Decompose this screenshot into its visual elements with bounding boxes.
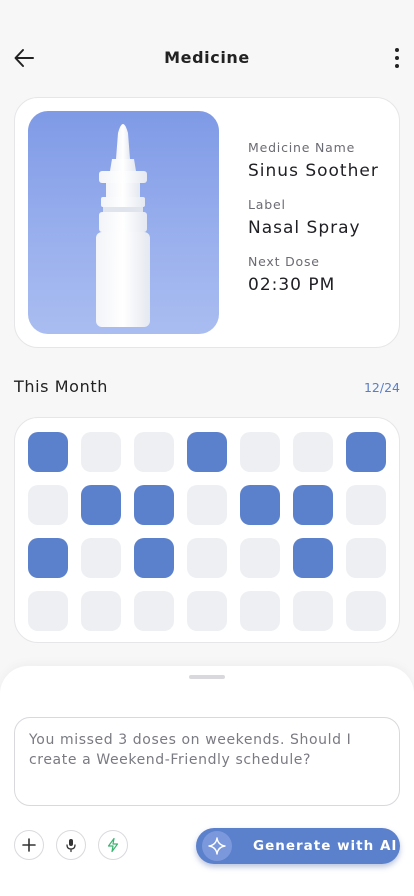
medicine-name-label: Medicine Name: [248, 140, 356, 155]
calendar-day-taken[interactable]: [293, 485, 333, 525]
medicine-type-label: Label: [248, 197, 286, 212]
dose-calendar: [14, 417, 400, 643]
ai-prompt-input[interactable]: You missed 3 doses on weekends. Should I…: [14, 717, 400, 806]
header: Medicine: [0, 38, 414, 78]
voice-input-button[interactable]: [56, 830, 86, 860]
calendar-day-missed[interactable]: [187, 485, 227, 525]
calendar-day-missed[interactable]: [81, 538, 121, 578]
calendar-day-missed[interactable]: [81, 432, 121, 472]
page-title: Medicine: [164, 48, 250, 67]
more-vertical-icon: [395, 48, 399, 52]
month-title: This Month: [14, 377, 108, 396]
calendar-day-missed[interactable]: [240, 538, 280, 578]
next-dose-time: 02:30 PM: [248, 275, 336, 295]
calendar-day-missed[interactable]: [28, 485, 68, 525]
calendar-day-missed[interactable]: [134, 591, 174, 631]
generate-with-ai-button[interactable]: Generate with AI: [196, 828, 400, 864]
add-button[interactable]: [14, 830, 44, 860]
calendar-day-taken[interactable]: [81, 485, 121, 525]
medicine-info: Medicine Name Sinus Soother Label Nasal …: [248, 140, 379, 311]
more-options-button[interactable]: [388, 44, 406, 72]
calendar-day-missed[interactable]: [346, 485, 386, 525]
calendar-day-missed[interactable]: [346, 538, 386, 578]
calendar-day-missed[interactable]: [134, 432, 174, 472]
calendar-day-taken[interactable]: [240, 485, 280, 525]
calendar-day-missed[interactable]: [187, 538, 227, 578]
medicine-name: Sinus Soother: [248, 161, 379, 181]
medicine-card[interactable]: Medicine Name Sinus Soother Label Nasal …: [14, 97, 400, 348]
next-dose-label: Next Dose: [248, 254, 320, 269]
lightning-icon: [107, 837, 119, 853]
calendar-day-taken[interactable]: [134, 538, 174, 578]
calendar-day-taken[interactable]: [187, 432, 227, 472]
microphone-icon: [66, 839, 76, 853]
medicine-type: Nasal Spray: [248, 218, 361, 238]
calendar-day-missed[interactable]: [293, 591, 333, 631]
calendar-day-missed[interactable]: [81, 591, 121, 631]
calendar-day-taken[interactable]: [134, 485, 174, 525]
calendar-day-taken[interactable]: [28, 538, 68, 578]
ai-assistant-sheet: You missed 3 doses on weekends. Should I…: [0, 666, 414, 896]
month-header: This Month 12/24: [14, 377, 400, 399]
quick-action-button[interactable]: [98, 830, 128, 860]
calendar-day-missed[interactable]: [28, 591, 68, 631]
calendar-day-missed[interactable]: [346, 591, 386, 631]
dose-count: 12/24: [363, 380, 400, 395]
plus-icon: [22, 838, 36, 852]
calendar-day-missed[interactable]: [240, 432, 280, 472]
nasal-spray-bottle-image: [28, 111, 219, 334]
calendar-day-taken[interactable]: [293, 538, 333, 578]
calendar-day-taken[interactable]: [346, 432, 386, 472]
calendar-day-missed[interactable]: [240, 591, 280, 631]
calendar-day-missed[interactable]: [293, 432, 333, 472]
calendar-grid: [28, 432, 386, 631]
sparkle-icon: [202, 831, 232, 861]
calendar-day-taken[interactable]: [28, 432, 68, 472]
generate-label: Generate with AI: [253, 838, 398, 854]
calendar-day-missed[interactable]: [187, 591, 227, 631]
drag-handle[interactable]: [189, 675, 225, 679]
